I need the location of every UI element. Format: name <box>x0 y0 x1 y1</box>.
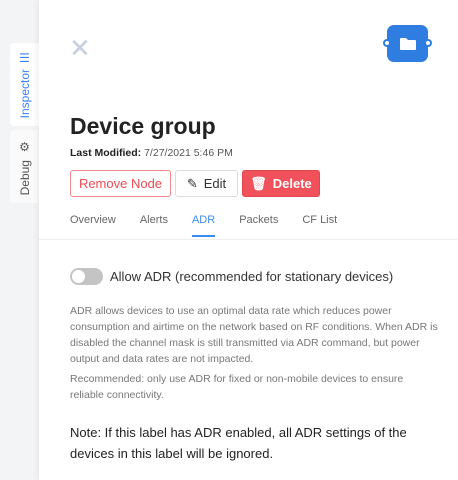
tab-adr[interactable]: ADR <box>191 214 216 237</box>
page-title: Device group <box>70 113 216 139</box>
delete-button[interactable]: 🗑 Delete <box>242 170 320 197</box>
bug-icon: ⚙ <box>19 140 30 154</box>
folder-node-icon <box>383 25 432 62</box>
tab-debug[interactable]: ⚙ Debug <box>10 130 39 203</box>
inspector-panel: ✕ Device group Last Modified: 7/27/2021 … <box>39 0 458 480</box>
menu-icon: ☰ <box>19 51 30 65</box>
remove-node-button[interactable]: Remove Node <box>70 170 171 197</box>
tab-debug-label: Debug <box>17 160 32 196</box>
adr-toggle[interactable] <box>70 268 103 285</box>
tab-inspector-label: Inspector <box>17 69 32 119</box>
pencil-icon: ✎ <box>186 175 198 191</box>
divider <box>39 239 458 240</box>
close-icon[interactable]: ✕ <box>69 35 91 61</box>
adr-note: Note: If this label has ADR enabled, all… <box>70 425 407 461</box>
tab-overview[interactable]: Overview <box>70 214 116 237</box>
last-modified: Last Modified: 7/27/2021 5:46 PM <box>70 147 233 159</box>
tab-cf-list[interactable]: CF List <box>302 214 337 237</box>
trash-icon: 🗑 <box>250 175 267 191</box>
tab-packets[interactable]: Packets <box>239 214 278 237</box>
adr-description: ADR allows devices to use an optimal dat… <box>70 305 438 401</box>
adr-toggle-label: Allow ADR (recommended for stationary de… <box>110 269 394 284</box>
tab-alerts[interactable]: Alerts <box>140 214 168 237</box>
tab-inspector[interactable]: ☰ Inspector <box>10 43 39 126</box>
edit-button[interactable]: ✎ Edit <box>175 170 238 197</box>
